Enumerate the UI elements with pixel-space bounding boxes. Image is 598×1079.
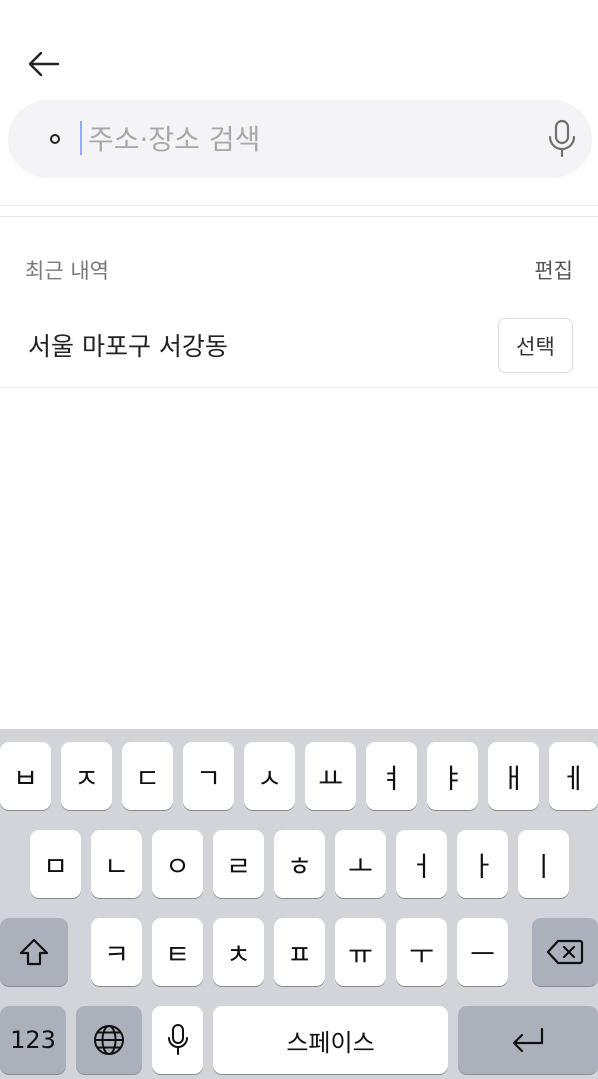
key[interactable]: ㅗ: [335, 830, 386, 898]
key[interactable]: ㅌ: [152, 918, 203, 986]
key[interactable]: ㅣ: [518, 830, 569, 898]
key[interactable]: ㄱ: [183, 742, 234, 810]
key[interactable]: ㅊ: [213, 918, 264, 986]
key[interactable]: ㅜ: [396, 918, 447, 986]
key[interactable]: ㅕ: [366, 742, 417, 810]
key[interactable]: ㅁ: [30, 830, 81, 898]
key[interactable]: ㅐ: [488, 742, 539, 810]
voice-search-button[interactable]: [540, 116, 584, 162]
divider: [0, 216, 598, 217]
arrow-left-icon: [28, 51, 60, 77]
backspace-icon: [546, 939, 584, 965]
key[interactable]: ㅓ: [396, 830, 447, 898]
key[interactable]: ㅍ: [274, 918, 325, 986]
key[interactable]: ㅑ: [427, 742, 478, 810]
select-button[interactable]: 선택: [498, 318, 573, 373]
key[interactable]: ㅋ: [91, 918, 142, 986]
key[interactable]: ㄹ: [213, 830, 264, 898]
dot-icon: [50, 134, 60, 144]
edit-button[interactable]: 편집: [534, 255, 573, 285]
key[interactable]: ㄷ: [122, 742, 173, 810]
microphone-icon: [548, 119, 576, 158]
key[interactable]: ㅠ: [335, 918, 386, 986]
search-bar: [8, 100, 592, 178]
key[interactable]: ㅛ: [305, 742, 356, 810]
shift-key[interactable]: [0, 918, 68, 986]
key[interactable]: ㄴ: [91, 830, 142, 898]
key[interactable]: ㅏ: [457, 830, 508, 898]
back-button[interactable]: [22, 44, 64, 84]
key[interactable]: ㅅ: [244, 742, 295, 810]
microphone-icon: [167, 1024, 188, 1055]
key[interactable]: ㅎ: [274, 830, 325, 898]
key[interactable]: ㅈ: [61, 742, 112, 810]
list-item[interactable]: 서울 마포구 서강동 선택: [0, 305, 598, 388]
space-key[interactable]: 스페이스: [213, 1006, 448, 1074]
globe-key[interactable]: [76, 1006, 142, 1074]
dictation-key[interactable]: [152, 1006, 203, 1074]
backspace-key[interactable]: [532, 918, 598, 986]
return-key[interactable]: [458, 1006, 598, 1074]
return-icon: [512, 1027, 544, 1053]
recent-history-title: 최근 내역: [25, 259, 109, 283]
korean-keyboard: ㅂ ㅈ ㄷ ㄱ ㅅ ㅛ ㅕ ㅑ ㅐ ㅔ ㅁ ㄴ ㅇ ㄹ ㅎ ㅗ ㅓ ㅏ ㅣ ㅋ …: [0, 729, 598, 1079]
numbers-key[interactable]: 123: [0, 1006, 66, 1074]
recent-address-label: 서울 마포구 서강동: [28, 332, 228, 361]
key[interactable]: ㅡ: [457, 918, 508, 986]
divider: [0, 205, 598, 206]
search-input[interactable]: [88, 116, 508, 162]
key[interactable]: ㅂ: [0, 742, 51, 810]
globe-icon: [94, 1025, 124, 1055]
key[interactable]: ㅔ: [549, 742, 598, 810]
key[interactable]: ㅇ: [152, 830, 203, 898]
text-caret: [80, 121, 82, 155]
shift-icon: [19, 938, 49, 966]
